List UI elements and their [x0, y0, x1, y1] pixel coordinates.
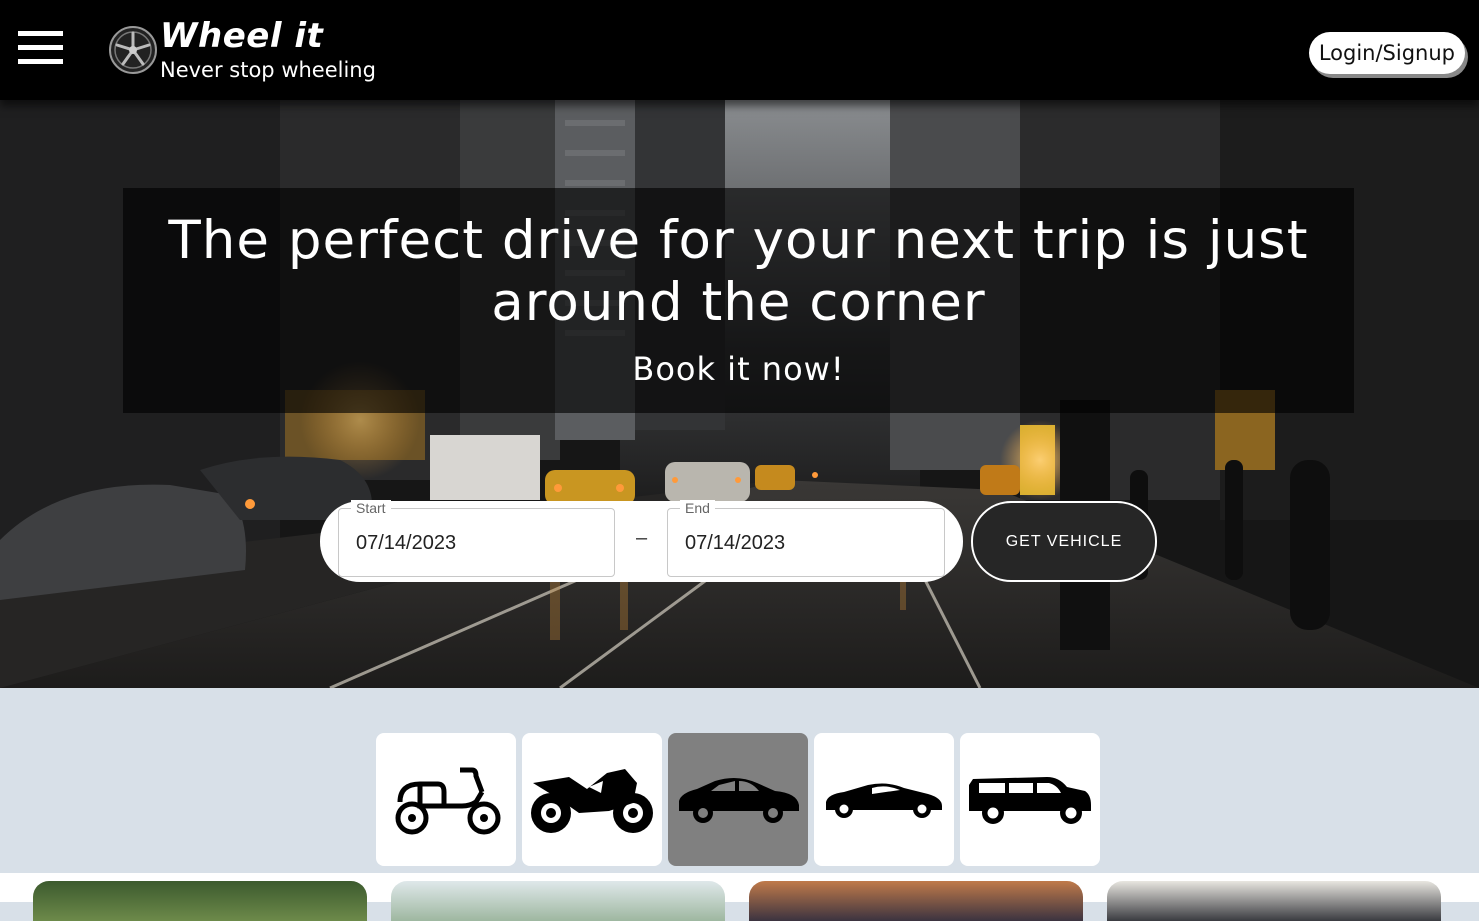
start-date-label: Start — [351, 500, 391, 516]
motorbike-icon — [531, 768, 653, 833]
brand: Wheel it Never stop wheeling — [160, 16, 376, 83]
vehicle-tile-sedan[interactable] — [668, 733, 808, 866]
brand-name: Wheel it — [160, 16, 324, 56]
sports-car-icon — [826, 783, 942, 818]
start-date-value: 07/14/2023 — [356, 532, 457, 554]
vehicle-card-2[interactable] — [391, 881, 725, 921]
hero-subheadline: Book it now! — [632, 350, 845, 388]
vehicle-card-4[interactable] — [1107, 881, 1441, 921]
vehicle-tile-motorbike[interactable] — [522, 733, 662, 866]
hamburger-menu-icon[interactable] — [18, 30, 64, 66]
vehicle-card-1[interactable] — [33, 881, 367, 921]
start-date-field[interactable]: Start 07/14/2023 — [338, 500, 615, 577]
end-date-value: 07/14/2023 — [685, 532, 786, 554]
vehicle-card-3[interactable] — [749, 881, 1083, 921]
scooter-icon — [395, 767, 501, 834]
login-signup-button[interactable]: Login/Signup — [1308, 32, 1465, 74]
vehicle-tile-sports-car[interactable] — [814, 733, 954, 866]
brand-tagline: Never stop wheeling — [160, 58, 376, 82]
hero-headline: The perfect drive for your next trip is … — [168, 210, 1309, 333]
end-date-label: End — [680, 500, 715, 516]
vehicle-tile-suv[interactable] — [960, 733, 1100, 866]
suv-icon — [969, 776, 1091, 824]
top-header: Wheel it Never stop wheeling Login/Signu… — [0, 0, 1479, 100]
headline-box: The perfect drive for your next trip is … — [123, 188, 1354, 413]
hero-section: The perfect drive for your next trip is … — [0, 100, 1479, 688]
date-range-picker: Start 07/14/2023 – End 07/14/2023 — [320, 500, 963, 582]
wheel-rim-icon — [109, 26, 157, 74]
vehicle-tile-scooter[interactable] — [376, 733, 516, 866]
end-date-field[interactable]: End 07/14/2023 — [667, 500, 945, 577]
sedan-car-icon — [679, 777, 799, 823]
date-range-separator: – — [636, 527, 648, 549]
get-vehicle-button[interactable]: GET VEHICLE — [971, 501, 1157, 582]
vehicle-type-selector — [376, 733, 1100, 866]
